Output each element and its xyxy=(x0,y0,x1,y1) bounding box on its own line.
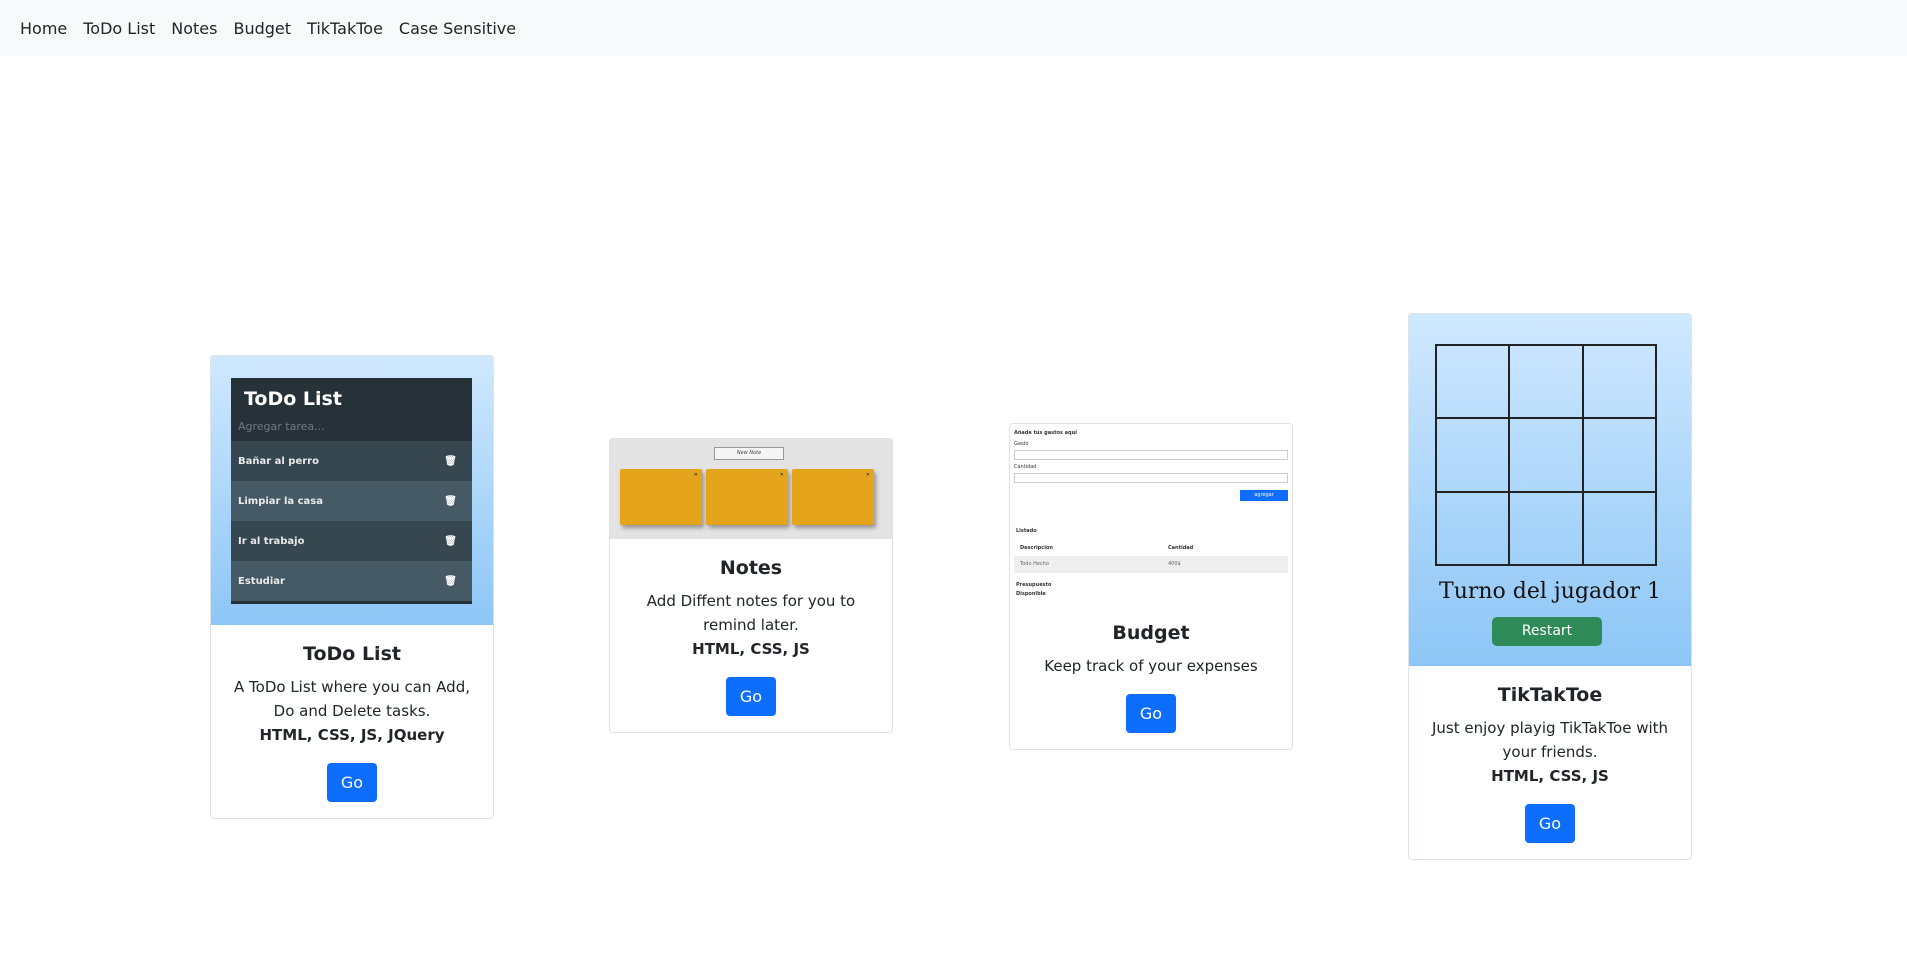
card-description: A ToDo List where you can Add, Do and De… xyxy=(234,678,470,720)
card-title: Notes xyxy=(719,557,783,579)
navbar: Home ToDo List Notes Budget TikTakToe Ca… xyxy=(0,0,1907,56)
board-cell xyxy=(1509,345,1583,419)
budget-preview-col: Cantidad xyxy=(1168,545,1194,551)
card-tech: HTML, CSS, JS, JQuery xyxy=(259,726,445,744)
todo-preview-row: Bañar al perro 🗑 xyxy=(231,441,472,481)
nav-tiktaktoe[interactable]: TikTakToe xyxy=(307,19,383,38)
card-description: Add Diffent notes for you to remind late… xyxy=(646,592,856,634)
notes-preview-header: New Note xyxy=(714,447,784,460)
todo-preview-task: Ir al trabajo xyxy=(238,535,305,547)
go-button[interactable]: Go xyxy=(1125,694,1177,733)
go-button[interactable]: Go xyxy=(1524,804,1576,843)
board-cell xyxy=(1436,345,1510,419)
budget-preview-cell: Todo Hecho xyxy=(1020,561,1049,567)
tiktaktoe-restart-preview: Restart xyxy=(1492,617,1602,646)
todo-thumbnail: ToDo List Agregar tarea... Bañar al perr… xyxy=(211,356,493,625)
card-title: Budget xyxy=(1112,622,1190,644)
note-preview: ✕ xyxy=(792,469,874,525)
tiktaktoe-thumbnail: Turno del jugador 1 Restart xyxy=(1409,314,1691,666)
tiktaktoe-turn-text: Turno del jugador 1 xyxy=(1439,579,1661,604)
close-icon: ✕ xyxy=(779,472,784,478)
note-preview: ✕ xyxy=(620,469,702,525)
card-title: ToDo List xyxy=(303,643,401,665)
budget-preview-list-title: Listado xyxy=(1016,528,1037,534)
budget-preview-col: Descripcion xyxy=(1020,545,1053,551)
todo-preview-panel: ToDo List Agregar tarea... Bañar al perr… xyxy=(231,378,472,604)
todo-preview-row: Ir al trabajo 🗑 xyxy=(231,521,472,561)
card-tech: HTML, CSS, JS xyxy=(692,640,810,658)
trash-icon: 🗑 xyxy=(444,575,457,587)
todo-preview-task: Bañar al perro xyxy=(238,455,319,467)
todo-preview-row: Limpiar la casa 🗑 xyxy=(231,481,472,521)
board-cell xyxy=(1582,418,1656,492)
notes-thumbnail: New Note ✕ ✕ ✕ xyxy=(610,439,892,539)
card-budget: Añade tus gastos aquí Gasto Cantidad agr… xyxy=(1009,423,1293,750)
board-cell xyxy=(1509,491,1583,565)
budget-preview-footer: Presupuesto xyxy=(1016,582,1052,588)
nav-home[interactable]: Home xyxy=(20,19,67,38)
todo-preview-row: Estudiar 🗑 xyxy=(231,561,472,601)
card-description: Keep track of your expenses xyxy=(1044,657,1258,675)
trash-icon: 🗑 xyxy=(444,455,457,467)
board-cell xyxy=(1436,418,1510,492)
tiktaktoe-board xyxy=(1435,344,1657,566)
board-cell xyxy=(1582,491,1656,565)
card-tech: HTML, CSS, JS xyxy=(1491,767,1609,785)
card-description: Just enjoy playig TikTakToe with your fr… xyxy=(1431,719,1669,761)
budget-preview-input xyxy=(1014,450,1288,460)
nav-todo-list[interactable]: ToDo List xyxy=(83,19,155,38)
card-body: Notes Add Diffent notes for you to remin… xyxy=(610,539,892,732)
card-title: TikTakToe xyxy=(1497,684,1603,706)
close-icon: ✕ xyxy=(693,472,698,478)
go-button[interactable]: Go xyxy=(326,763,378,802)
trash-icon: 🗑 xyxy=(444,535,457,547)
card-body: TikTakToe Just enjoy playig TikTakToe wi… xyxy=(1409,666,1691,859)
todo-preview-input: Agregar tarea... xyxy=(238,420,325,433)
card-todo-list: ToDo List Agregar tarea... Bañar al perr… xyxy=(210,355,494,819)
budget-preview-heading: Añade tus gastos aquí xyxy=(1014,430,1077,436)
card-body: ToDo List A ToDo List where you can Add,… xyxy=(211,625,493,818)
todo-preview-title: ToDo List xyxy=(244,388,342,410)
budget-preview-add: agregar xyxy=(1240,490,1288,501)
budget-thumbnail: Añade tus gastos aquí Gasto Cantidad agr… xyxy=(1010,424,1292,612)
nav-notes[interactable]: Notes xyxy=(171,19,217,38)
budget-preview-input xyxy=(1014,473,1288,483)
board-cell xyxy=(1436,491,1510,565)
nav-case-sensitive[interactable]: Case Sensitive xyxy=(399,19,516,38)
budget-preview-row xyxy=(1014,556,1288,573)
budget-preview-field-label: Gasto xyxy=(1014,441,1029,447)
budget-preview-cell: 400$ xyxy=(1168,561,1181,567)
nav-budget[interactable]: Budget xyxy=(233,19,291,38)
close-icon: ✕ xyxy=(865,472,870,478)
trash-icon: 🗑 xyxy=(444,495,457,507)
note-preview: ✕ xyxy=(706,469,788,525)
budget-preview-footer: Disponible xyxy=(1016,591,1046,597)
budget-preview-field-label: Cantidad xyxy=(1014,464,1037,470)
go-button[interactable]: Go xyxy=(725,677,777,716)
todo-preview-task: Estudiar xyxy=(238,575,285,587)
card-tiktaktoe: Turno del jugador 1 Restart TikTakToe Ju… xyxy=(1408,313,1692,860)
card-body: Budget Keep track of your expenses Go xyxy=(1010,612,1292,749)
board-cell xyxy=(1509,418,1583,492)
todo-preview-task: Limpiar la casa xyxy=(238,495,323,507)
board-cell xyxy=(1582,345,1656,419)
card-notes: New Note ✕ ✕ ✕ Notes Add Diffent notes f… xyxy=(609,438,893,733)
